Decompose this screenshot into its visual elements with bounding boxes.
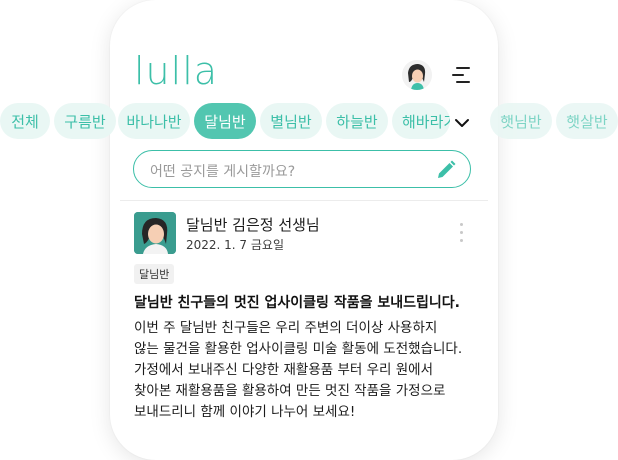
tab-cloud[interactable]: 구름반: [54, 103, 116, 139]
chevron-down-icon[interactable]: [454, 114, 470, 127]
class-tabs: 전체 구름반 바나나반 달님반 별님반 하늘반 해바라기반 햇님반 햇살반: [0, 103, 618, 139]
post-body-line: 이번 주 달님반 친구들은 우리 주변의 더이상 사용하지: [134, 320, 438, 336]
class-badge: 달님반: [134, 264, 175, 284]
teacher-avatar: [134, 212, 176, 254]
tab-sunshine[interactable]: 햇살반: [556, 103, 618, 139]
pencil-icon[interactable]: [436, 160, 456, 180]
tab-moon[interactable]: 달님반: [194, 103, 256, 139]
tab-banana[interactable]: 바나나반: [118, 103, 190, 139]
post-body: 이번 주 달님반 친구들은 우리 주변의 더이상 사용하지 않는 물건을 활용한…: [134, 318, 484, 423]
tab-sunflower[interactable]: 해바라기반: [392, 103, 450, 139]
post-body-line: 찾아본 재활용품을 활용하여 만든 멋진 작품을 가정으로: [134, 383, 446, 399]
app-logo: lulla: [134, 49, 219, 93]
tab-sun[interactable]: 햇님반: [490, 103, 552, 139]
notice-compose-input[interactable]: 어떤 공지를 게시할까요?: [133, 150, 471, 188]
post-title: 달님반 친구들의 멋진 업사이클링 작품을 보내드립니다.: [134, 295, 460, 311]
post-body-line: 않는 물건을 활용한 업사이클링 미술 활동에 도전했습니다.: [134, 341, 463, 357]
profile-avatar-icon[interactable]: [402, 60, 432, 90]
post-body-line: 가정에서 보내주신 다양한 재활용품 부터 우리 원에서: [134, 362, 433, 378]
more-options-icon[interactable]: [460, 222, 464, 244]
search-placeholder: 어떤 공지를 게시할까요?: [150, 164, 296, 180]
tab-sky[interactable]: 하늘반: [326, 103, 388, 139]
hamburger-menu-icon[interactable]: [452, 65, 470, 85]
post-body-line: 보내드리니 함께 이야기 나누어 보세요!: [134, 404, 356, 420]
tab-star[interactable]: 별님반: [260, 103, 322, 139]
divider: [120, 200, 488, 201]
tab-all[interactable]: 전체: [0, 103, 50, 139]
post-author: 달님반 김은정 선생님: [186, 216, 320, 234]
post-date: 2022. 1. 7 금요일: [186, 238, 285, 252]
